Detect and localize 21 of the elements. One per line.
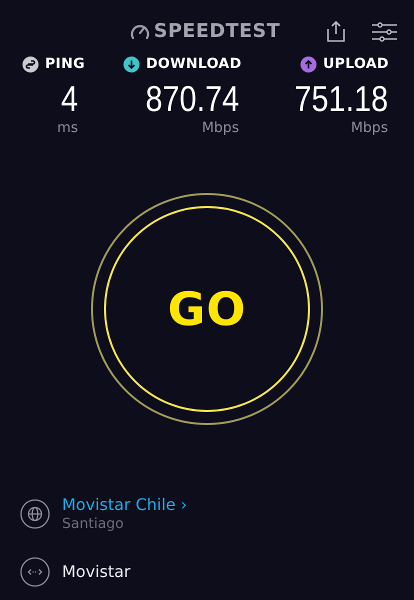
metric-unit: Mbps <box>350 119 388 137</box>
provider-name: Movistar <box>62 561 130 583</box>
metric-unit: ms <box>57 119 78 137</box>
metric-label: PING <box>45 55 85 74</box>
server-link[interactable]: Movistar Chile › <box>62 495 188 515</box>
metric-label: UPLOAD <box>323 55 389 74</box>
upload-icon <box>300 56 317 73</box>
logo-text: SPEEDTEST <box>154 18 280 44</box>
server-location: Santiago <box>62 515 125 533</box>
settings-icon[interactable] <box>372 22 397 42</box>
metric-value: 4 <box>60 79 78 119</box>
download-icon <box>123 56 140 73</box>
gauge-icon <box>130 22 150 40</box>
share-icon[interactable] <box>327 20 345 42</box>
metric-value: 751.18 <box>294 79 388 119</box>
metric-value: 870.74 <box>145 79 239 119</box>
connection-icon <box>20 557 50 587</box>
metric-unit: Mbps <box>202 119 239 137</box>
go-button[interactable]: GO <box>91 193 323 425</box>
globe-icon <box>20 499 50 529</box>
metric-label: DOWNLOAD <box>146 55 242 74</box>
